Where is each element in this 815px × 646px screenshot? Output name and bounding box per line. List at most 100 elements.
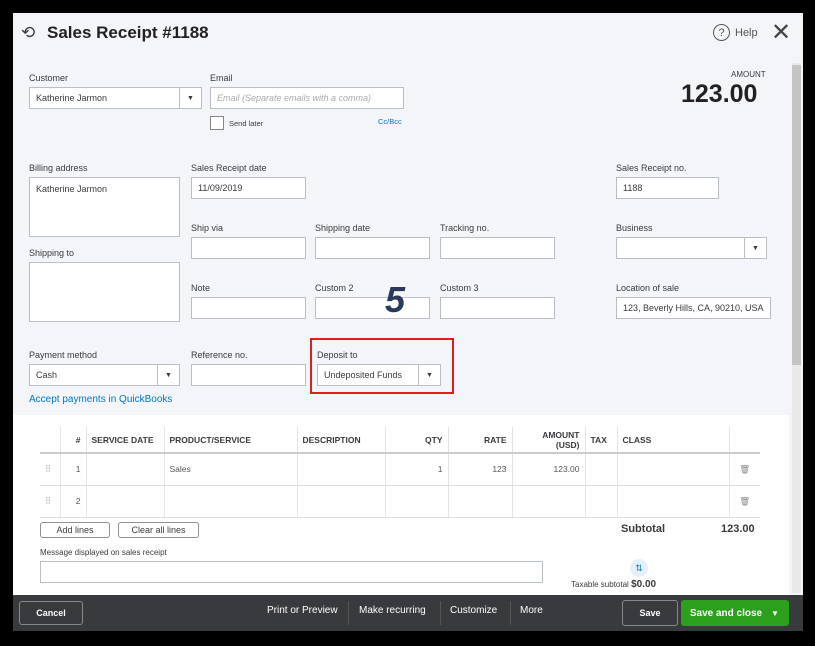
cell-amount[interactable]: 123.00 <box>512 453 586 486</box>
custom3-field[interactable] <box>440 297 555 319</box>
trash-icon[interactable]: 🗑 <box>729 453 760 486</box>
help-icon: ? <box>713 24 730 41</box>
cell-product[interactable]: Sales <box>164 453 298 486</box>
sort-icon[interactable]: ⇅ <box>630 559 648 577</box>
col-product: PRODUCT/SERVICE <box>164 427 298 454</box>
tracking-label: Tracking no. <box>440 223 490 233</box>
customer-value: Katherine Jarmon <box>36 93 108 103</box>
email-label: Email <box>210 73 233 83</box>
deposit-to-label: Deposit to <box>317 350 358 360</box>
cell-service-date[interactable] <box>86 485 165 518</box>
ship-via-field[interactable] <box>191 237 306 259</box>
step-annotation: 5 <box>385 279 406 320</box>
help-button[interactable]: ? Help <box>713 24 758 41</box>
business-select[interactable]: ▼ <box>616 237 767 259</box>
cell-class[interactable] <box>617 453 730 486</box>
shipping-date-field[interactable] <box>315 237 430 259</box>
cell-class[interactable] <box>617 485 730 518</box>
cc-bcc-link[interactable]: Cc/Bcc <box>378 117 402 126</box>
drag-handle-icon[interactable]: ⠿ <box>40 485 61 518</box>
tracking-field[interactable] <box>440 237 555 259</box>
taxable-subtotal: Taxable subtotal $0.00 <box>571 579 656 590</box>
row-number: 1 <box>60 453 87 486</box>
payment-method-select[interactable]: Cash ▼ <box>29 364 180 386</box>
taxable-value: $0.00 <box>631 579 657 590</box>
cell-tax[interactable] <box>585 485 618 518</box>
clear-lines-button[interactable]: Clear all lines <box>118 522 199 538</box>
drag-handle-icon[interactable]: ⠿ <box>40 453 61 486</box>
table-row[interactable]: ⠿ 1 Sales 1 123 123.00 🗑 <box>40 453 760 486</box>
chevron-down-icon[interactable]: ▼ <box>771 609 789 618</box>
business-label: Business <box>616 223 653 233</box>
send-later-label: Send later <box>229 119 264 128</box>
trash-icon[interactable]: 🗑 <box>729 485 760 518</box>
cell-amount[interactable] <box>512 485 586 518</box>
shipping-date-label: Shipping date <box>315 223 371 233</box>
save-button[interactable]: Save <box>622 600 678 626</box>
help-label: Help <box>735 26 758 39</box>
ship-via-label: Ship via <box>191 223 224 233</box>
more-button[interactable]: More <box>520 605 543 616</box>
customize-button[interactable]: Customize <box>450 605 497 616</box>
shipping-to-field[interactable] <box>29 262 180 322</box>
cancel-button[interactable]: Cancel <box>19 601 83 625</box>
accept-payments-link[interactable]: Accept payments in QuickBooks <box>29 394 172 405</box>
location-value: 123, Beverly Hills, CA, 90210, USA <box>623 303 764 313</box>
cell-description[interactable] <box>297 485 386 518</box>
billing-address-field[interactable]: Katherine Jarmon <box>29 177 180 237</box>
cell-tax[interactable] <box>585 453 618 486</box>
customer-select[interactable]: Katherine Jarmon ▼ <box>29 87 202 109</box>
scrollbar[interactable] <box>792 63 801 593</box>
message-label: Message displayed on sales receipt <box>40 548 167 557</box>
custom2-field[interactable] <box>315 297 430 319</box>
subtotal-value: 123.00 <box>721 523 755 535</box>
history-icon[interactable]: ⟲ <box>21 23 35 43</box>
cell-description[interactable] <box>297 453 386 486</box>
customer-label: Customer <box>29 73 69 83</box>
line-items-area: # SERVICE DATE PRODUCT/SERVICE DESCRIPTI… <box>13 415 789 595</box>
print-preview-button[interactable]: Print or Preview <box>267 605 338 616</box>
line-items-table: # SERVICE DATE PRODUCT/SERVICE DESCRIPTI… <box>40 427 760 518</box>
table-header: # SERVICE DATE PRODUCT/SERVICE DESCRIPTI… <box>40 427 760 454</box>
receipt-no-value: 1188 <box>623 183 643 193</box>
billing-address-label: Billing address <box>29 163 88 173</box>
location-field[interactable]: 123, Beverly Hills, CA, 90210, USA <box>616 297 771 319</box>
sales-receipt-window: ⟲ Sales Receipt #1188 ? Help ✕ AMOUNT 12… <box>13 13 803 631</box>
save-and-close-button[interactable]: Save and close <box>681 608 771 619</box>
reference-label: Reference no. <box>191 350 248 360</box>
cell-rate[interactable] <box>448 485 513 518</box>
send-later-checkbox[interactable] <box>210 116 224 130</box>
footer-bar: Cancel Print or Preview Make recurring C… <box>13 595 803 631</box>
custom3-label: Custom 3 <box>440 283 479 293</box>
chevron-down-icon: ▼ <box>157 365 179 385</box>
col-number: # <box>60 427 87 454</box>
make-recurring-button[interactable]: Make recurring <box>359 605 426 616</box>
col-tax: TAX <box>585 427 618 454</box>
subtotal-label: Subtotal <box>621 523 665 535</box>
cell-qty[interactable]: 1 <box>385 453 449 486</box>
email-field[interactable]: Email (Separate emails with a comma) <box>210 87 404 109</box>
taxable-label: Taxable subtotal <box>571 580 629 589</box>
email-placeholder: Email (Separate emails with a comma) <box>217 93 372 103</box>
custom2-label: Custom 2 <box>315 283 354 293</box>
receipt-no-field[interactable]: 1188 <box>616 177 719 199</box>
message-field[interactable] <box>40 561 543 583</box>
col-amount: AMOUNT (USD) <box>512 427 586 454</box>
date-value: 11/09/2019 <box>198 183 243 193</box>
deposit-to-select[interactable]: Undeposited Funds ▼ <box>317 364 441 386</box>
col-service-date: SERVICE DATE <box>86 427 165 454</box>
cell-rate[interactable]: 123 <box>448 453 513 486</box>
cell-product[interactable] <box>164 485 298 518</box>
note-field[interactable] <box>191 297 306 319</box>
row-number: 2 <box>60 485 87 518</box>
chevron-down-icon: ▼ <box>179 88 201 108</box>
cell-qty[interactable] <box>385 485 449 518</box>
receipt-no-label: Sales Receipt no. <box>616 163 687 173</box>
date-field[interactable]: 11/09/2019 <box>191 177 306 199</box>
reference-field[interactable] <box>191 364 306 386</box>
save-close-group: Save and close ▼ <box>681 600 789 626</box>
close-icon[interactable]: ✕ <box>771 18 791 47</box>
table-row[interactable]: ⠿ 2 🗑 <box>40 485 760 518</box>
cell-service-date[interactable] <box>86 453 165 486</box>
add-lines-button[interactable]: Add lines <box>40 522 110 538</box>
